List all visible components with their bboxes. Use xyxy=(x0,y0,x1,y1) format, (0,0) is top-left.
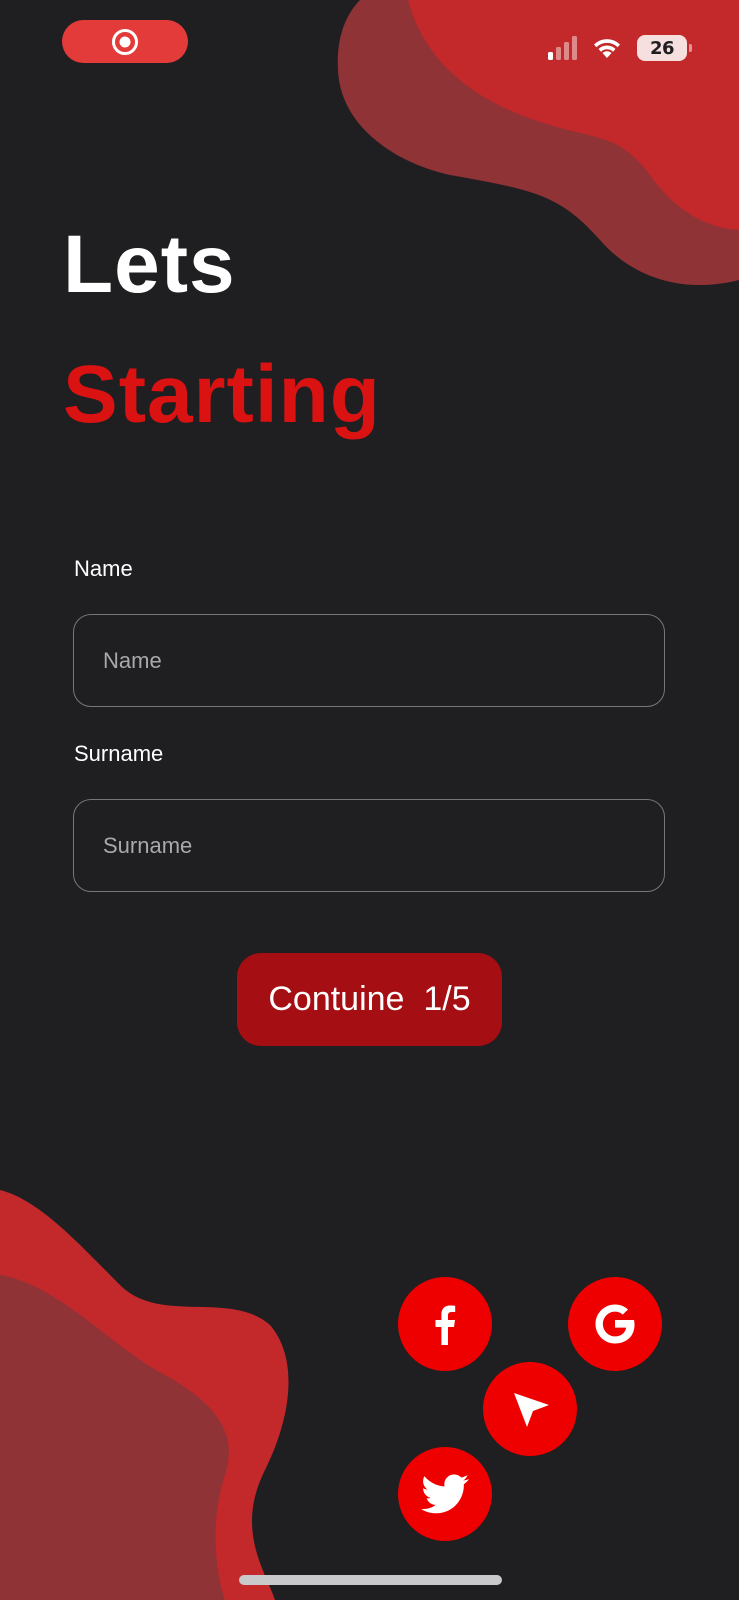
location-arrow-icon xyxy=(514,1393,549,1427)
surname-label: Surname xyxy=(74,741,164,766)
page-title-line1: Lets xyxy=(63,219,236,310)
google-login-button[interactable] xyxy=(568,1277,662,1371)
record-icon xyxy=(112,28,138,55)
screen-recording-indicator[interactable] xyxy=(62,20,188,63)
battery-indicator: 26 xyxy=(637,35,692,61)
twitter-login-button[interactable] xyxy=(398,1447,492,1541)
facebook-icon xyxy=(435,1305,456,1345)
home-indicator[interactable] xyxy=(239,1575,502,1585)
battery-level: 26 xyxy=(649,37,675,59)
name-label: Name xyxy=(74,556,133,581)
twitter-icon xyxy=(421,1474,469,1514)
cellular-signal-icon xyxy=(548,36,577,60)
name-input[interactable] xyxy=(73,614,665,707)
surname-input[interactable] xyxy=(73,799,665,892)
facebook-login-button[interactable] xyxy=(398,1277,492,1371)
page-title-line2: Starting xyxy=(63,349,381,440)
wifi-icon xyxy=(594,39,620,58)
status-icons: 26 xyxy=(548,34,692,62)
bottom-left-blob-decoration xyxy=(0,1190,289,1600)
google-icon xyxy=(595,1304,635,1344)
location-button[interactable] xyxy=(483,1362,577,1456)
continue-button[interactable]: Contuine 1/5 xyxy=(237,953,502,1046)
